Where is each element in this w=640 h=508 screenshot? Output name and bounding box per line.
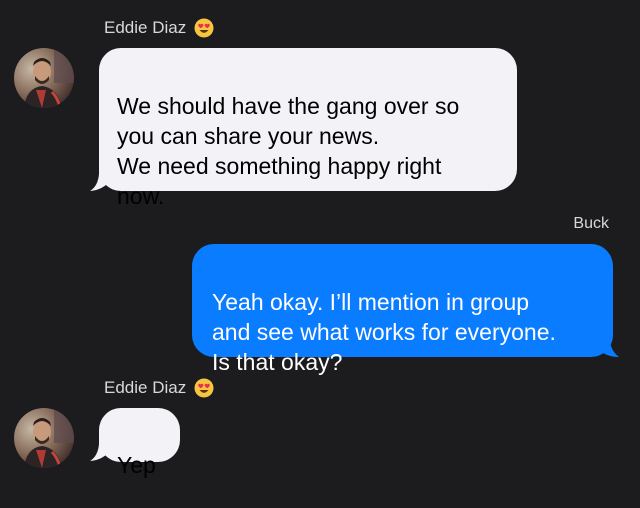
avatar-photo [14, 48, 74, 108]
incoming-message-bubble[interactable]: We should have the gang over so you can … [99, 48, 517, 209]
incoming-message-bubble[interactable]: Yep [99, 408, 180, 478]
sender-name: Buck [573, 215, 609, 232]
avatar-photo [14, 408, 74, 468]
outgoing-message-bubble[interactable]: Yeah okay. I’ll mention in group and see… [192, 244, 613, 375]
avatar[interactable] [14, 408, 74, 468]
message-text: We should have the gang over so you can … [117, 93, 460, 209]
sender-header: Eddie Diaz [104, 378, 214, 398]
message-text: Yeah okay. I’ll mention in group and see… [212, 289, 556, 375]
sender-name: Eddie Diaz [104, 18, 187, 37]
sender-name: Eddie Diaz [104, 378, 187, 397]
message-text: Yep [117, 452, 156, 478]
heart-eyes-emoji-icon [194, 18, 214, 38]
sender-header: Eddie Diaz [104, 18, 214, 38]
avatar[interactable] [14, 48, 74, 108]
heart-eyes-emoji-icon [194, 378, 214, 398]
